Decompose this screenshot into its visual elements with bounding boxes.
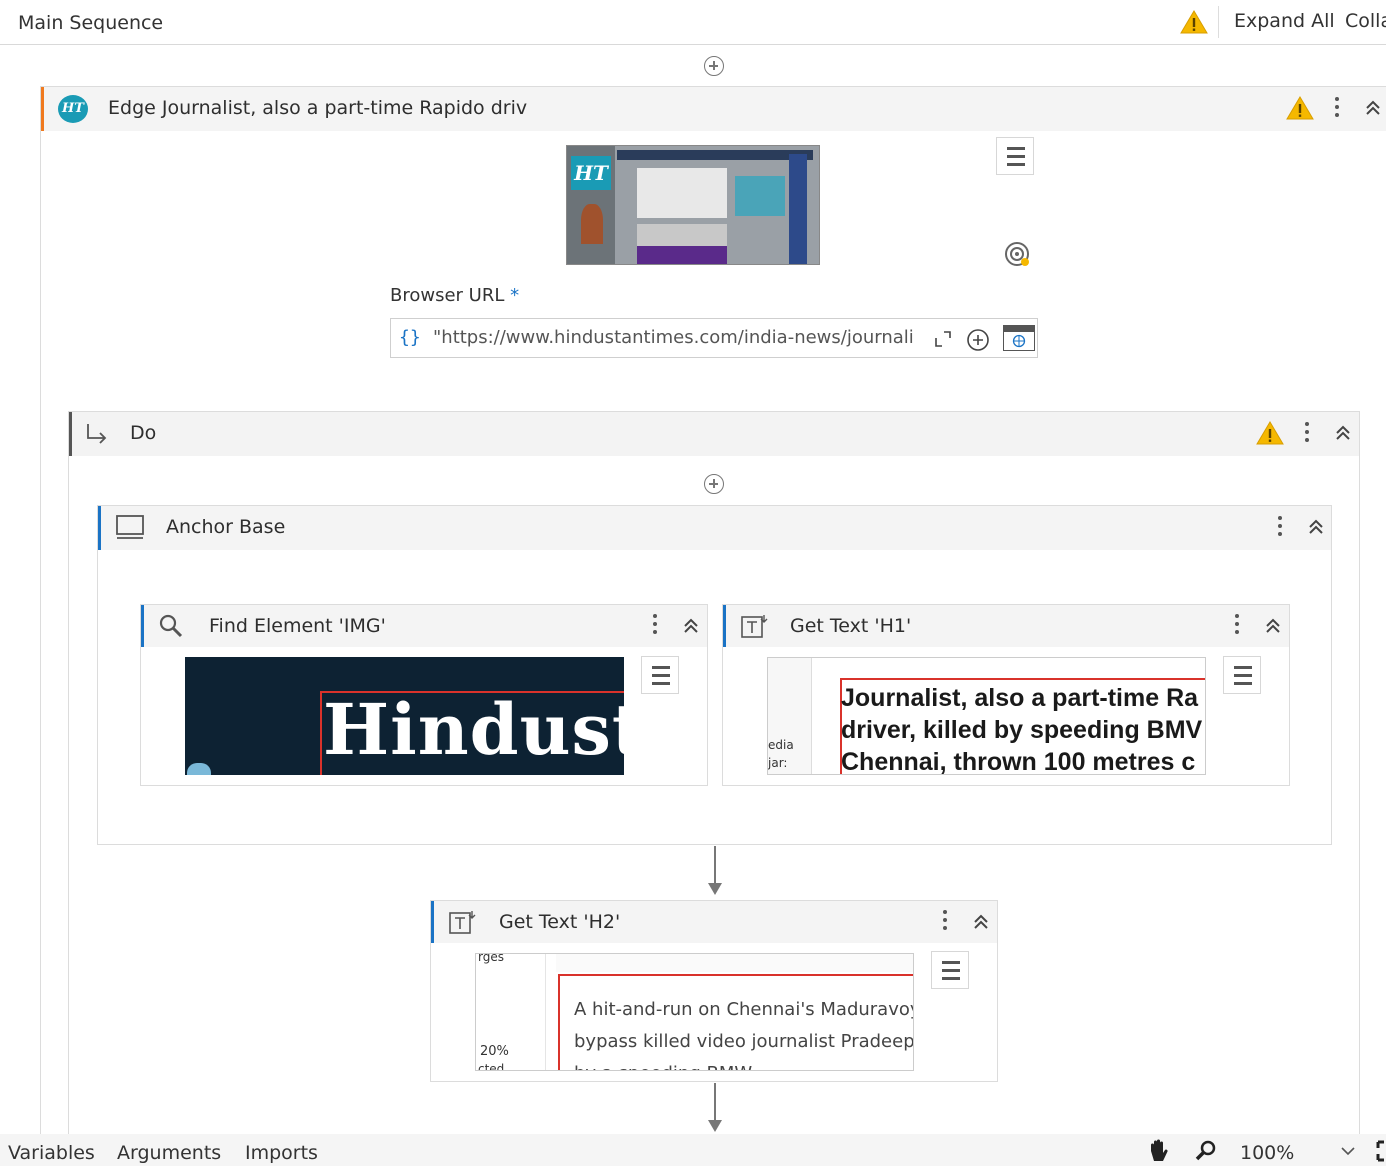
screenshot-menu-button[interactable] bbox=[996, 137, 1034, 175]
more-options-icon[interactable] bbox=[1234, 614, 1240, 638]
more-options-icon[interactable] bbox=[1304, 422, 1310, 446]
more-options-icon[interactable] bbox=[942, 910, 948, 934]
expand-editor-icon[interactable] bbox=[934, 330, 952, 352]
return-arrow-icon bbox=[84, 422, 110, 448]
find-element-title: Find Element 'IMG' bbox=[209, 615, 386, 637]
zoom-level[interactable]: 100% bbox=[1240, 1142, 1294, 1164]
get-text-h2-header[interactable]: Get Text 'H2' bbox=[431, 901, 997, 943]
get-text-icon bbox=[448, 909, 478, 939]
do-title: Do bbox=[130, 422, 157, 444]
thumb-side-text: cted bbox=[478, 1062, 505, 1071]
warning-icon[interactable] bbox=[1180, 9, 1208, 39]
toolbar-divider bbox=[1218, 6, 1219, 38]
thumb-side-text: rges bbox=[478, 953, 504, 964]
anchor-base-icon bbox=[115, 514, 145, 546]
thumb-side-text: edia bbox=[768, 738, 794, 752]
find-element-screenshot: Hindusta bbox=[185, 657, 624, 775]
thumb-paragraph-line: bypass killed video journalist Pradeep k bbox=[574, 1031, 914, 1052]
get-text-h1-menu-button[interactable] bbox=[1223, 656, 1261, 694]
collapse-chevron-icon[interactable] bbox=[1334, 424, 1352, 442]
browser-url-field[interactable]: {} "https://www.hindustantimes.com/india… bbox=[390, 318, 1038, 358]
collapse-chevron-icon[interactable] bbox=[1364, 99, 1382, 117]
designer-toolbar: Main Sequence Expand All Collapse All bbox=[0, 0, 1386, 45]
browser-url-label-text: Browser URL bbox=[390, 285, 505, 306]
designer-footer: Variables Arguments Imports 100% bbox=[0, 1134, 1386, 1166]
thumb-paragraph-line: A hit-and-run on Chennai's Maduravoy bbox=[574, 999, 914, 1020]
edge-scope-header[interactable]: HT Edge Journalist, also a part-time Rap… bbox=[41, 87, 1386, 131]
flow-arrow-icon bbox=[708, 1120, 722, 1132]
find-element-menu-button[interactable] bbox=[641, 656, 679, 694]
thumb-headline-line: Chennai, thrown 100 metres c bbox=[841, 748, 1196, 775]
get-text-h2-title: Get Text 'H2' bbox=[499, 911, 621, 933]
browser-url-label: Browser URL * bbox=[390, 285, 519, 306]
tab-imports[interactable]: Imports bbox=[245, 1142, 318, 1164]
anchor-base-title: Anchor Base bbox=[166, 516, 286, 538]
ht-logo-icon: HT bbox=[571, 156, 611, 190]
anchor-base-header[interactable]: Anchor Base bbox=[98, 506, 1331, 550]
tab-variables[interactable]: Variables bbox=[8, 1142, 95, 1164]
thumb-headline-line: driver, killed by speeding BMV bbox=[841, 716, 1203, 744]
get-text-h1-header[interactable]: Get Text 'H1' bbox=[723, 605, 1289, 647]
browser-screenshot-thumbnail: HT bbox=[566, 145, 820, 265]
collapse-all-button[interactable]: Collapse All bbox=[1345, 10, 1386, 32]
breadcrumb-main-sequence[interactable]: Main Sequence bbox=[18, 12, 163, 34]
collapse-chevron-icon[interactable] bbox=[682, 617, 700, 635]
zoom-dropdown-chevron-icon[interactable] bbox=[1340, 1143, 1356, 1162]
expression-braces-icon[interactable]: {} bbox=[399, 327, 421, 348]
more-options-icon[interactable] bbox=[1277, 516, 1283, 540]
more-options-icon[interactable] bbox=[652, 614, 658, 638]
find-element-header[interactable]: Find Element 'IMG' bbox=[141, 605, 707, 647]
get-text-icon bbox=[740, 613, 770, 643]
thumb-side-text: 20% bbox=[480, 1044, 509, 1059]
browser-picker-icon[interactable] bbox=[1003, 325, 1035, 351]
add-variable-icon[interactable] bbox=[966, 328, 990, 356]
search-icon bbox=[158, 613, 184, 643]
required-marker: * bbox=[510, 285, 520, 306]
thumb-paragraph-line: by a speeding BMW bbox=[574, 1058, 752, 1070]
expand-all-button[interactable]: Expand All bbox=[1234, 10, 1335, 32]
thumb-side-text: jar: bbox=[768, 756, 788, 770]
thumb-headline-line: Journalist, also a part-time Ra bbox=[841, 684, 1199, 712]
flow-connector bbox=[714, 1083, 716, 1123]
get-text-h2-screenshot: rges 20% cted A hit-and-run on Chennai's… bbox=[475, 953, 914, 1071]
collapse-chevron-icon[interactable] bbox=[972, 913, 990, 931]
fit-to-screen-icon[interactable] bbox=[1376, 1140, 1386, 1162]
more-options-icon[interactable] bbox=[1334, 97, 1340, 121]
warning-icon[interactable] bbox=[1256, 420, 1284, 450]
collapse-chevron-icon[interactable] bbox=[1307, 518, 1325, 536]
flow-arrow-icon bbox=[708, 883, 722, 895]
get-text-h2-menu-button[interactable] bbox=[931, 951, 969, 989]
edge-app-logo-icon: HT bbox=[58, 95, 88, 123]
warning-icon[interactable] bbox=[1286, 95, 1314, 125]
flow-connector bbox=[714, 846, 716, 884]
tab-arguments[interactable]: Arguments bbox=[117, 1142, 221, 1164]
do-header[interactable]: Do bbox=[69, 412, 1359, 456]
zoom-icon[interactable] bbox=[1194, 1139, 1218, 1166]
browser-url-value[interactable]: "https://www.hindustantimes.com/india-ne… bbox=[433, 327, 921, 348]
indicate-target-icon[interactable] bbox=[1003, 240, 1033, 274]
get-text-h1-screenshot: edia jar: Journalist, also a part-time R… bbox=[767, 657, 1206, 775]
get-text-h1-title: Get Text 'H1' bbox=[790, 615, 912, 637]
edge-scope-title: Edge Journalist, also a part-time Rapido… bbox=[108, 97, 528, 119]
collapse-chevron-icon[interactable] bbox=[1264, 617, 1282, 635]
pan-hand-icon[interactable] bbox=[1146, 1139, 1172, 1166]
add-activity-icon[interactable] bbox=[704, 56, 724, 76]
hindustan-logo-text: Hindusta bbox=[323, 688, 624, 771]
add-activity-icon[interactable] bbox=[704, 474, 724, 494]
